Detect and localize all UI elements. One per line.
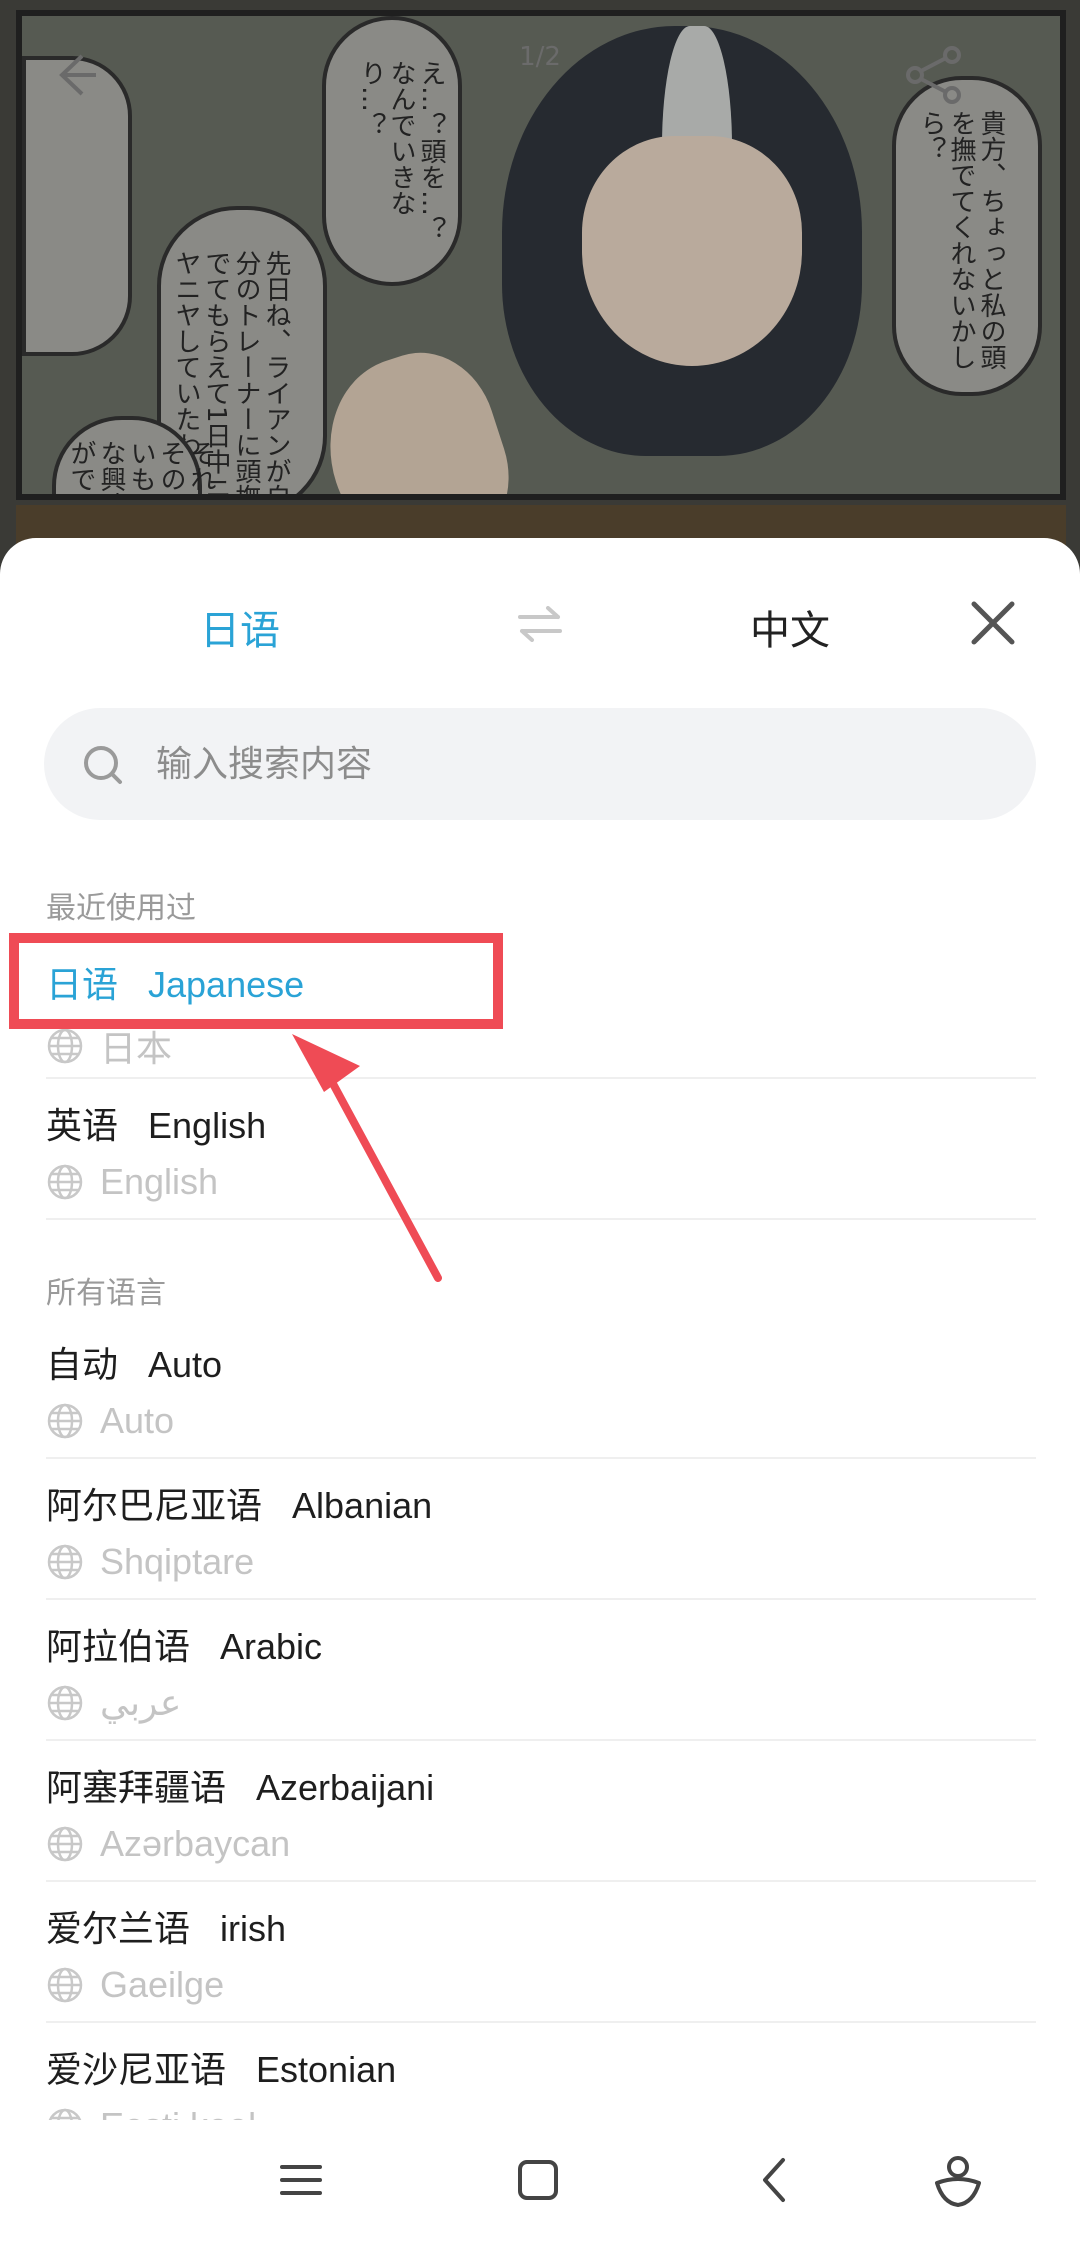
language-item-arabic[interactable]: 阿拉伯语 Arabic عربي [46,1600,1036,1741]
assistant-icon[interactable] [923,2145,993,2215]
home-icon[interactable] [503,2145,573,2215]
language-item-albanian[interactable]: 阿尔巴尼亚语 Albanian Shqiptare [46,1459,1036,1600]
target-language-tab[interactable]: 中文 [690,598,890,656]
language-name-cn: 自动 [46,1345,119,1386]
language-native-name: English [100,1161,219,1202]
swap-arrows-icon[interactable] [518,606,562,642]
source-language-tab[interactable]: 日语 [140,598,340,656]
menu-icon[interactable] [266,2145,336,2215]
language-name-en: irish [220,1908,287,1949]
language-native-name: 日本 [100,1028,173,1069]
language-item-auto[interactable]: 自动 Auto Auto [46,1318,1036,1459]
globe-icon [47,1967,83,2003]
search-bar[interactable] [44,708,1036,820]
search-icon [82,744,126,788]
language-native-row: Shqiptare [46,1541,255,1582]
language-native-name: عربي [100,1682,182,1723]
language-name-cn: 英语 [46,1106,119,1147]
language-item-name: 英语 English [46,1097,266,1149]
language-item-name: 自动 Auto [46,1336,222,1388]
bubble-text-bottom: それでそのよいものな興味ができ [66,440,216,500]
manga-viewer-background: え…？頭を…？なんでいきなり…？ 先日ね、ライアンが自分のトレーナーに頭撫でても… [0,0,1080,600]
highlight-box [9,933,503,1029]
language-item-name: 阿塞拜疆语 Azerbaijani [46,1759,434,1811]
character-face [582,136,802,366]
speech-bubble-left [22,56,132,356]
language-native-row: Gaeilge [46,1964,225,2005]
annotation-arrow [292,1034,442,1282]
language-name-cn: 阿尔巴尼亚语 [46,1486,263,1527]
language-name-cn: 阿塞拜疆语 [46,1768,227,1809]
bubble-text-top: え…？頭を…？なんでいきなり…？ [356,60,446,242]
globe-icon [47,1826,83,1862]
language-native-row: Auto [46,1400,175,1441]
language-name-cn: 阿拉伯语 [46,1627,191,1668]
language-header: 日语 中文 [0,538,1080,708]
language-native-name: Shqiptare [100,1541,255,1582]
back-icon[interactable] [741,2145,811,2215]
language-name-en: English [148,1105,267,1146]
language-name-en: Albanian [292,1485,433,1526]
character-hand [305,334,529,494]
language-name-en: Auto [148,1344,223,1385]
language-native-row: Azərbaycan [46,1823,291,1864]
language-item-azerbaijani[interactable]: 阿塞拜疆语 Azerbaijani Azərbaycan [46,1741,1036,1882]
globe-icon [47,1685,83,1721]
language-name-en: Estonian [256,2049,397,2090]
language-name-cn: 爱沙尼亚语 [46,2050,227,2091]
language-picker-sheet: 日语 中文 最近使用过 日语Japanese 日本 [0,538,1080,2243]
all-languages-section-title: 所有语言 [46,1276,166,1311]
language-item-english[interactable]: 英语 English English [46,1079,1036,1220]
language-native-name: Gaeilge [100,1964,225,2005]
language-item-name: 爱尔兰语 irish [46,1900,286,1952]
globe-icon [47,1544,83,1580]
language-native-row: عربي [46,1682,182,1723]
language-item-irish[interactable]: 爱尔兰语 irish Gaeilge [46,1882,1036,2023]
language-item-name: 爱沙尼亚语 Estonian [46,2041,396,2093]
language-native-name: Azərbaycan [100,1823,291,1864]
language-name-en: Arabic [220,1626,323,1667]
language-native-row: English [46,1161,219,1202]
globe-icon [47,1164,83,1200]
system-navigation-bar [0,2120,1080,2243]
language-name-cn: 爱尔兰语 [46,1909,191,1950]
share-icon[interactable] [900,40,970,110]
speech-bubble-right: 貴方、ちょっと私の頭を撫でてくれないかしら？ [892,76,1042,396]
close-icon[interactable] [968,598,1018,648]
page-indicator: 1/2 [519,42,561,72]
search-input[interactable] [156,728,976,800]
back-arrow-icon[interactable] [50,50,100,100]
language-item-name: 阿尔巴尼亚语 Albanian [46,1477,432,1529]
globe-icon [47,1028,83,1064]
language-item-name: 阿拉伯语 Arabic [46,1618,322,1670]
language-name-en: Azerbaijani [256,1767,435,1808]
bubble-text-right: 貴方、ちょっと私の頭を撫でてくれないかしら？ [916,110,1006,370]
language-native-name: Auto [100,1400,175,1441]
speech-bubble-top: え…？頭を…？なんでいきなり…？ [322,16,462,286]
globe-icon [47,1403,83,1439]
recent-section-title: 最近使用过 [46,891,196,926]
